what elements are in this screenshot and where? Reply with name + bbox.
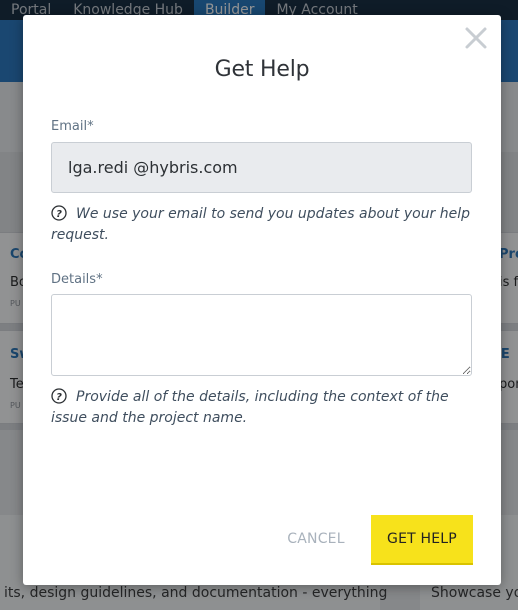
email-field[interactable] <box>51 142 472 193</box>
close-icon[interactable] <box>463 25 489 51</box>
cancel-button[interactable]: CANCEL <box>286 528 346 550</box>
email-hint-text: We use your email to send you updates ab… <box>51 206 471 243</box>
details-label: Details* <box>51 272 103 287</box>
get-help-button[interactable]: GET HELP <box>371 515 473 565</box>
details-hint: ? Provide all of the details, including … <box>51 387 471 429</box>
dialog-title: Get Help <box>214 57 310 82</box>
svg-text:?: ? <box>56 209 62 220</box>
email-hint: ? We use your email to send you updates … <box>51 204 471 246</box>
email-label: Email* <box>51 119 94 134</box>
question-circle-icon: ? <box>51 205 67 221</box>
svg-text:?: ? <box>56 392 62 403</box>
details-hint-text: Provide all of the details, including th… <box>51 389 449 426</box>
get-help-dialog: Get Help Email* ? We use your email to s… <box>23 15 501 585</box>
details-field[interactable] <box>51 294 472 376</box>
question-circle-icon: ? <box>51 388 67 404</box>
